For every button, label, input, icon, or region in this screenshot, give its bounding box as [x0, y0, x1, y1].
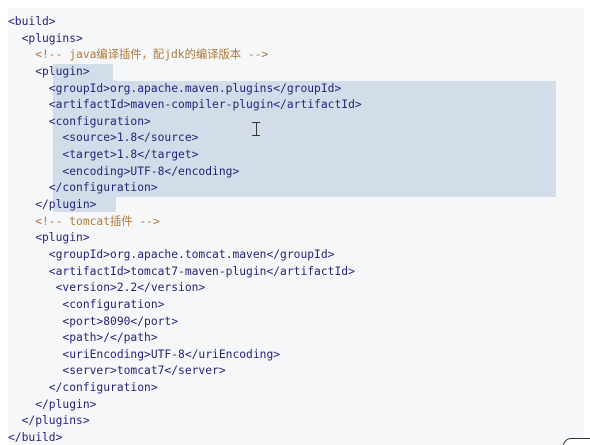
- code-block[interactable]: <build> <plugins> <!-- java编译插件，配jdk的编译版…: [8, 8, 584, 445]
- text-cursor-icon: [252, 122, 260, 136]
- code-line[interactable]: <target>1.8</target>: [8, 147, 362, 164]
- corner-widget[interactable]: [563, 438, 590, 445]
- code-line[interactable]: <groupId>org.apache.tomcat.maven</groupI…: [8, 247, 362, 264]
- code-line[interactable]: <plugins>: [8, 31, 362, 48]
- code-line[interactable]: <source>1.8</source>: [8, 130, 362, 147]
- page: <build> <plugins> <!-- java编译插件，配jdk的编译版…: [0, 0, 590, 445]
- code-line[interactable]: </plugins>: [8, 413, 362, 430]
- code-line[interactable]: <version>2.2</version>: [8, 280, 362, 297]
- code-line[interactable]: <artifactId>tomcat7-maven-plugin</artifa…: [8, 264, 362, 281]
- code-line[interactable]: </configuration>: [8, 180, 362, 197]
- code-line[interactable]: <uriEncoding>UTF-8</uriEncoding>: [8, 347, 362, 364]
- code-line[interactable]: <plugin>: [8, 64, 362, 81]
- code-line[interactable]: <configuration>: [8, 297, 362, 314]
- code-line[interactable]: <encoding>UTF-8</encoding>: [8, 164, 362, 181]
- code-line[interactable]: <configuration>: [8, 114, 362, 131]
- code-line[interactable]: </configuration>: [8, 380, 362, 397]
- code-line[interactable]: <path>/</path>: [8, 330, 362, 347]
- code-line[interactable]: <groupId>org.apache.maven.plugins</group…: [8, 81, 362, 98]
- code-line[interactable]: <plugin>: [8, 230, 362, 247]
- code-line[interactable]: </plugin>: [8, 197, 362, 214]
- code-line[interactable]: <build>: [8, 14, 362, 31]
- code-line[interactable]: </plugin>: [8, 397, 362, 414]
- code-line[interactable]: <artifactId>maven-compiler-plugin</artif…: [8, 97, 362, 114]
- code-lines: <build> <plugins> <!-- java编译插件，配jdk的编译版…: [8, 14, 362, 445]
- code-line[interactable]: <!-- tomcat插件 -->: [8, 214, 362, 231]
- code-line[interactable]: <port>8090</port>: [8, 314, 362, 331]
- code-line[interactable]: <server>tomcat7</server>: [8, 363, 362, 380]
- code-line[interactable]: </build>: [8, 430, 362, 445]
- code-line[interactable]: <!-- java编译插件，配jdk的编译版本 -->: [8, 47, 362, 64]
